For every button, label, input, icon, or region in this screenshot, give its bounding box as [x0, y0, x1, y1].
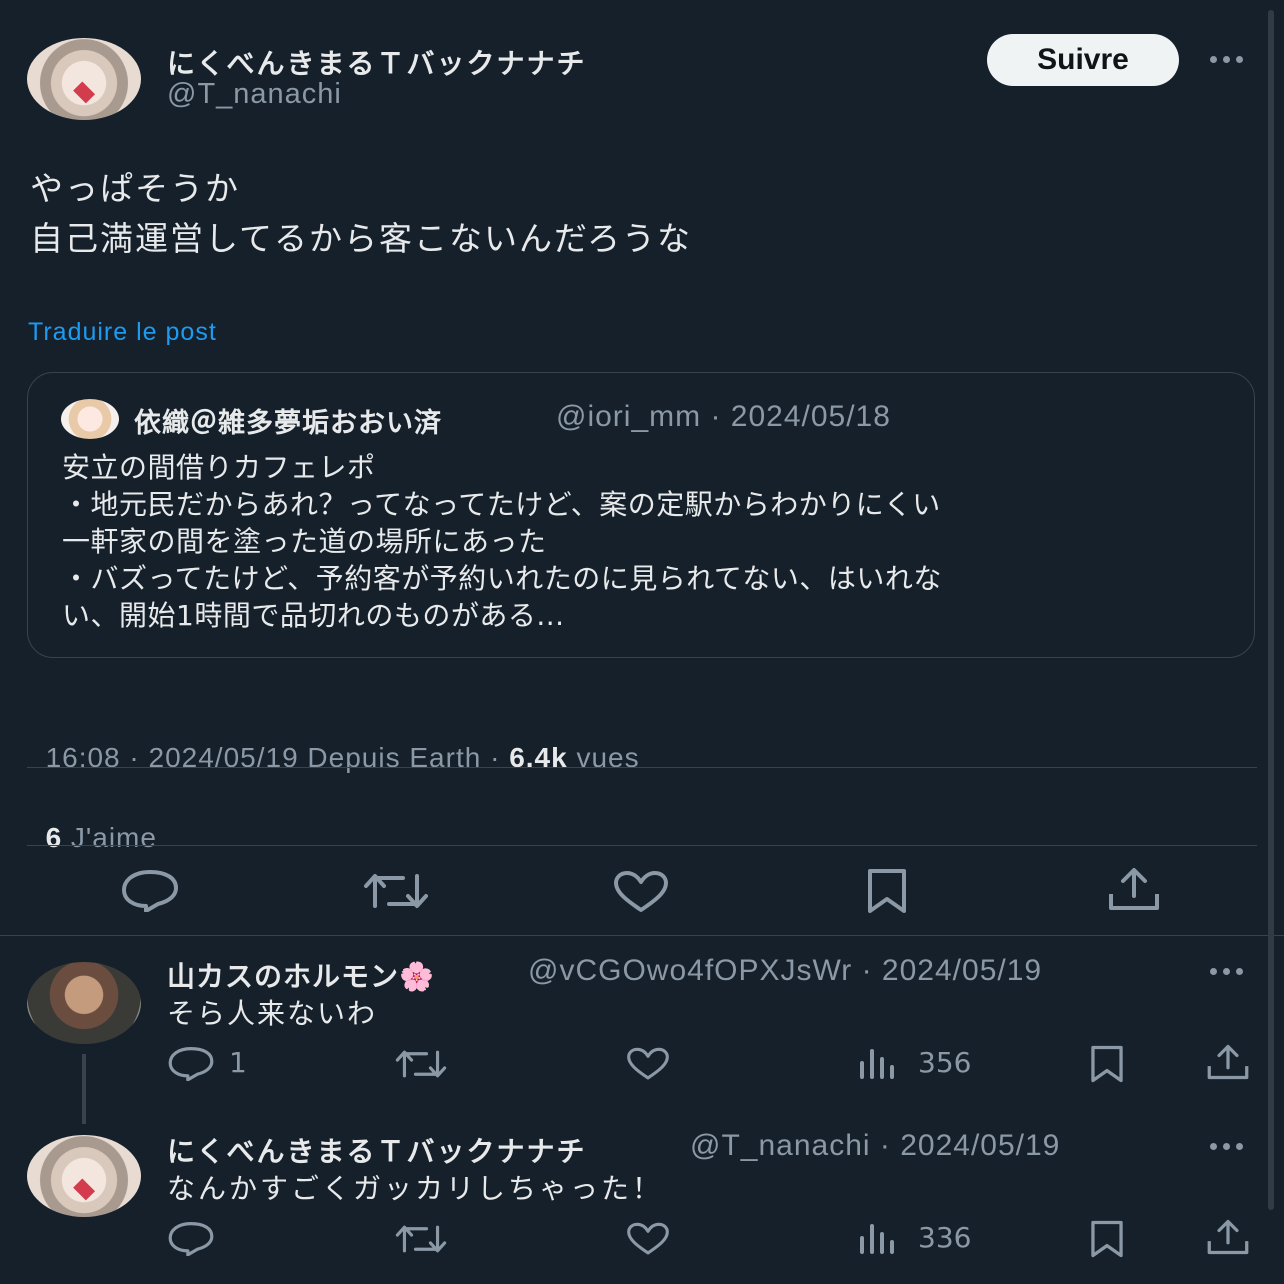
views-icon[interactable]	[858, 1222, 898, 1254]
like-icon[interactable]	[612, 870, 670, 914]
reply-author-name[interactable]: にくべんきまるＴバックナナチ	[167, 1130, 586, 1170]
bookmark-icon[interactable]	[864, 868, 910, 914]
reply-handle-date[interactable]: @vCGOwo4fOPXJsWr · 2024/05/19	[528, 954, 1042, 988]
views-count: 6.4k	[509, 742, 568, 773]
quoted-handle-date: @iori_mm · 2024/05/18	[556, 400, 891, 433]
reply-text: なんかすごくガッカリしちゃった！	[167, 1172, 664, 1205]
tweet-text-line-2: 自己満運営してるから客こないんだろうな	[30, 219, 693, 258]
more-icon[interactable]	[1210, 56, 1243, 63]
like-icon[interactable]	[625, 1047, 671, 1081]
divider	[27, 767, 1257, 768]
reply-icon[interactable]	[120, 868, 180, 912]
divider	[0, 935, 1284, 936]
likes-label: J'aime	[62, 822, 157, 853]
retweet-icon[interactable]	[395, 1222, 447, 1256]
quoted-line-5: い、開始1時間で品切れのものがある...	[62, 599, 565, 632]
tweet-text-line-1: やっぱそうか	[30, 169, 240, 208]
reply-handle-date[interactable]: @T_nanachi · 2024/05/19	[690, 1129, 1060, 1163]
reply-count: 1	[229, 1046, 247, 1079]
like-icon[interactable]	[625, 1222, 671, 1256]
views-count: 336	[918, 1221, 972, 1254]
scrollbar-thumb[interactable]	[1268, 10, 1274, 1210]
reply-author-avatar[interactable]	[27, 1135, 141, 1217]
share-icon[interactable]	[1206, 1043, 1250, 1081]
reply-icon[interactable]	[167, 1045, 215, 1081]
more-icon[interactable]	[1210, 1143, 1243, 1150]
quoted-tweet-card[interactable]: 依織＠雑多夢垢おおい済 @iori_mm · 2024/05/18 安立の間借り…	[27, 372, 1255, 658]
quoted-author-avatar	[61, 399, 119, 439]
quoted-line-3: 一軒家の間を塗った道の場所にあった	[62, 525, 547, 558]
quoted-author-name: 依織＠雑多夢垢おおい済	[134, 408, 442, 439]
author-handle[interactable]: @T_nanachi	[167, 78, 342, 111]
share-icon[interactable]	[1206, 1218, 1250, 1256]
author-avatar[interactable]	[27, 38, 141, 120]
likes-count: 6	[45, 822, 63, 853]
divider	[27, 845, 1257, 846]
tweet-timestamp[interactable]: 16:08 · 2024/05/19 Depuis Earth ·	[46, 742, 510, 773]
author-display-name[interactable]: にくべんきまるＴバックナナチ	[167, 42, 586, 82]
quoted-line-2: ・地元民だからあれ？ってなってたけど、案の定駅からわかりにくい	[62, 488, 941, 521]
reply-author-name[interactable]: 山カスのホルモン🌸	[167, 955, 435, 995]
translate-link[interactable]: Traduire le post	[28, 318, 217, 347]
views-label: vues	[567, 742, 640, 773]
follow-button[interactable]: Suivre	[987, 34, 1179, 86]
views-icon[interactable]	[858, 1047, 898, 1079]
reply-icon[interactable]	[167, 1220, 215, 1256]
thread-line	[82, 1054, 86, 1124]
reply-text: そら人来ないわ	[167, 997, 378, 1030]
views-count: 356	[918, 1046, 972, 1079]
quoted-line-1: 安立の間借りカフェレポ	[62, 451, 376, 484]
bookmark-icon[interactable]	[1088, 1220, 1126, 1258]
tweet-meta: 16:08 · 2024/05/19 Depuis Earth · 6.4k v…	[28, 710, 640, 774]
bookmark-icon[interactable]	[1088, 1045, 1126, 1083]
quoted-line-4: ・バズってたけど、予約客が予約いれたのに見られてない、はいれな	[62, 562, 942, 595]
share-icon[interactable]	[1107, 866, 1161, 912]
reply-author-avatar[interactable]	[27, 962, 141, 1044]
retweet-icon[interactable]	[363, 870, 429, 912]
retweet-icon[interactable]	[395, 1047, 447, 1081]
more-icon[interactable]	[1210, 968, 1243, 975]
